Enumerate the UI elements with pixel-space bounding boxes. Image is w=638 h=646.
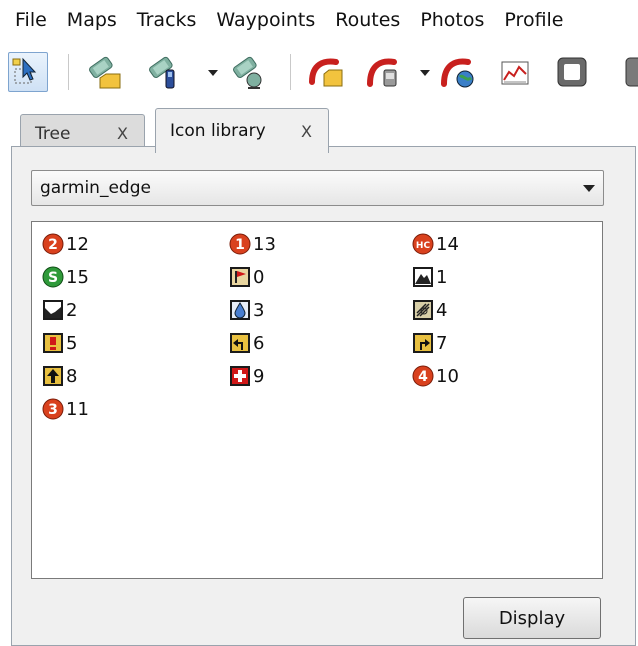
- icon-label: 0: [253, 266, 265, 288]
- toolbar-separator: [290, 54, 291, 90]
- icon-label: 5: [66, 332, 78, 354]
- icon-list-item[interactable]: 2 12: [42, 232, 89, 256]
- straight-icon: [43, 366, 63, 386]
- circle-3-icon: 3: [42, 398, 64, 420]
- toolbar-overflow-button[interactable]: [612, 52, 638, 92]
- icon-label: 11: [66, 398, 89, 420]
- icon-list-item[interactable]: 3 11: [42, 397, 89, 421]
- elevation-chart-icon: [501, 61, 529, 85]
- icon-label: 12: [66, 233, 89, 255]
- tab-icon-library-close-icon[interactable]: X: [301, 122, 312, 141]
- water-icon: [230, 300, 250, 320]
- track-folder-icon: [309, 58, 343, 87]
- track-open-button[interactable]: [306, 52, 346, 92]
- flag-icon: [230, 267, 250, 287]
- menu-routes[interactable]: Routes: [325, 9, 410, 31]
- tab-icon-library[interactable]: Icon library X: [155, 108, 329, 153]
- circle-4-icon: 4: [412, 365, 434, 387]
- partial-toolbar-icon: [625, 57, 638, 87]
- map-import-dropdown-icon[interactable]: [208, 70, 218, 76]
- icon-set-value: garmin_edge: [40, 178, 151, 198]
- icon-list-item[interactable]: 0: [229, 265, 264, 289]
- svg-text:4: 4: [418, 369, 428, 385]
- map-open-button[interactable]: [84, 52, 124, 92]
- svg-text:HC: HC: [416, 241, 431, 251]
- icon-set-select[interactable]: garmin_edge: [31, 170, 604, 206]
- circle-s-icon: S: [42, 266, 64, 288]
- icon-label: 8: [66, 365, 78, 387]
- right-turn-icon: [413, 333, 433, 353]
- svg-text:2: 2: [48, 237, 58, 253]
- tab-tree-close-icon[interactable]: X: [117, 124, 128, 143]
- map-import-button[interactable]: [144, 52, 184, 92]
- icon-list-item[interactable]: HC 14: [412, 232, 459, 256]
- cursor-select-icon: [12, 57, 37, 84]
- icon-label: 13: [253, 233, 276, 255]
- icon-list-item[interactable]: 3: [229, 298, 264, 322]
- icon-list-item[interactable]: 4: [412, 298, 447, 322]
- icon-list-item[interactable]: 5: [42, 331, 77, 355]
- toolbar: [0, 40, 638, 102]
- map-import-icon: [149, 56, 175, 89]
- icon-label: 1: [436, 266, 448, 288]
- icon-list-item[interactable]: 9: [229, 364, 264, 388]
- circle-1-icon: 1: [229, 233, 251, 255]
- map-folder-icon: [89, 56, 121, 89]
- svg-text:3: 3: [48, 402, 58, 418]
- tab-tree-label: Tree: [35, 123, 71, 144]
- elevation-profile-button[interactable]: [496, 52, 536, 92]
- food-icon: [413, 300, 433, 320]
- icon-list-item[interactable]: 4 10: [412, 364, 459, 388]
- icon-list-item[interactable]: 1: [412, 265, 447, 289]
- track-import-button[interactable]: [364, 52, 404, 92]
- chevron-down-icon: [583, 184, 595, 192]
- select-tool-button[interactable]: [8, 52, 48, 92]
- menu-tracks[interactable]: Tracks: [127, 9, 207, 31]
- icon-label: 9: [253, 365, 265, 387]
- track-globe-icon: [441, 58, 474, 88]
- tab-icon-library-label: Icon library: [170, 121, 266, 141]
- menu-file[interactable]: File: [0, 9, 57, 31]
- circle-hc-icon: HC: [412, 233, 434, 255]
- icon-label: 14: [436, 233, 459, 255]
- first-aid-icon: [230, 366, 250, 386]
- icon-list-item[interactable]: 2: [42, 298, 77, 322]
- menu-photos[interactable]: Photos: [410, 9, 494, 31]
- icon-list-item[interactable]: 6: [229, 331, 264, 355]
- icon-label: 7: [436, 332, 448, 354]
- valley-icon: [43, 300, 63, 320]
- icon-label: 4: [436, 299, 448, 321]
- display-button[interactable]: Display: [463, 597, 601, 639]
- icon-list[interactable]: 2 12 1 13 HC 14 S 15 0 1 2 3 4 5 6 7 8 9…: [31, 221, 603, 579]
- icon-list-item[interactable]: S 15: [42, 265, 89, 289]
- map-download-icon: [233, 56, 262, 89]
- menu-maps[interactable]: Maps: [57, 9, 127, 31]
- svg-text:1: 1: [235, 237, 245, 253]
- icon-label: 6: [253, 332, 265, 354]
- track-globe-button[interactable]: [438, 52, 478, 92]
- icon-label: 3: [253, 299, 265, 321]
- map-download-button[interactable]: [228, 52, 268, 92]
- menu-waypoints[interactable]: Waypoints: [206, 9, 325, 31]
- icon-label: 2: [66, 299, 78, 321]
- icon-label: 15: [66, 266, 89, 288]
- left-turn-icon: [230, 333, 250, 353]
- danger-icon: [43, 333, 63, 353]
- menu-bar: File Maps Tracks Waypoints Routes Photos…: [0, 0, 638, 40]
- toolbar-separator: [68, 54, 69, 90]
- icon-label: 10: [436, 365, 459, 387]
- icon-list-item[interactable]: 1 13: [229, 232, 276, 256]
- summit-icon: [413, 267, 433, 287]
- icon-list-item[interactable]: 8: [42, 364, 77, 388]
- stop-button[interactable]: [552, 52, 592, 92]
- track-device-icon: [367, 58, 397, 87]
- menu-profile[interactable]: Profile: [494, 9, 573, 31]
- track-import-dropdown-icon[interactable]: [420, 70, 430, 76]
- stop-icon: [557, 57, 587, 87]
- circle-2-icon: 2: [42, 233, 64, 255]
- svg-text:S: S: [48, 270, 58, 286]
- icon-list-item[interactable]: 7: [412, 331, 447, 355]
